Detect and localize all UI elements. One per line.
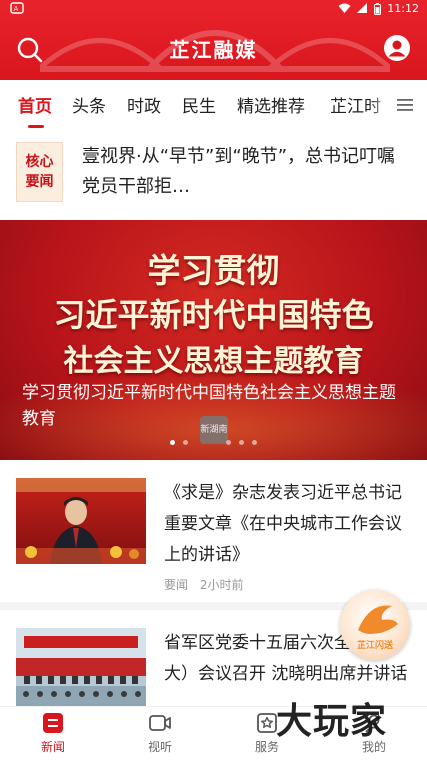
tab-politics[interactable]: 时政 [127, 92, 161, 117]
tab-livelihood[interactable]: 民生 [182, 92, 216, 117]
carousel-dot[interactable] [170, 440, 175, 445]
status-time: 11:12 [387, 2, 419, 15]
news-thumbnail [16, 478, 146, 564]
status-bar: A 11:12 [0, 0, 427, 18]
tabs-fade [369, 80, 393, 130]
tab-home[interactable]: 首页 [18, 92, 52, 117]
badge-line-1: 核心 [25, 154, 54, 170]
battery-icon [374, 2, 382, 15]
news-item[interactable]: 《求是》杂志发表习近平总书记重要文章《在中央城市工作会议上的讲话》 要闻 2小时… [0, 460, 427, 606]
news-title[interactable]: 《求是》杂志发表习近平总书记重要文章《在中央城市工作会议上的讲话》 [164, 478, 412, 571]
app-title: 芷江融媒 [169, 38, 258, 62]
nav-news[interactable]: 新闻 [23, 711, 83, 755]
banner-line-1: 学习贯彻 [147, 251, 280, 290]
top-headline[interactable]: 核心 要闻 壹视界·从“早节”到“晚节”，总书记叮嘱党员干部拒… [0, 130, 427, 220]
nav-video[interactable]: 视听 [130, 711, 190, 755]
tab-featured[interactable]: 精选推荐 [237, 92, 305, 117]
banner-line-3: 社会主义思想主题教育 [63, 344, 364, 379]
category-tabs: 首页 头条 时政 民生 精选推荐 芷江时 [0, 80, 427, 130]
carousel-dot[interactable] [226, 440, 231, 445]
core-news-badge: 核心 要闻 [16, 142, 63, 202]
notification-icon: A [10, 2, 24, 17]
user-icon [384, 35, 410, 61]
news-meta: 要闻 2小时前 [164, 576, 243, 593]
news-icon [43, 713, 63, 733]
user-profile-button[interactable] [383, 34, 411, 62]
wifi-icon [338, 3, 351, 13]
menu-icon[interactable] [397, 98, 413, 112]
nav-video-label: 视听 [147, 740, 172, 754]
nav-news-label: 新闻 [40, 740, 65, 754]
tab-headlines[interactable]: 头条 [72, 92, 106, 117]
carousel-dot[interactable] [239, 440, 244, 445]
news-time: 2小时前 [199, 578, 244, 592]
news-thumbnail [16, 628, 146, 706]
hero-banner[interactable]: 学习贯彻 习近平新时代中国特色 社会主义思想主题教育 学习贯彻习近平新时代中国特… [0, 220, 427, 460]
floating-flash-button[interactable]: 芷江闪送 [340, 590, 410, 660]
active-tab-indicator [28, 125, 44, 128]
video-icon [149, 715, 171, 731]
carousel-dots [0, 440, 427, 445]
signal-icon [357, 3, 368, 13]
floating-widget-label: 芷江闪送 [356, 641, 393, 651]
badge-line-2: 要闻 [25, 174, 54, 190]
carousel-dot[interactable] [183, 440, 188, 445]
headline-text[interactable]: 壹视界·从“早节”到“晚节”，总书记叮嘱党员干部拒… [82, 142, 402, 202]
news-source: 要闻 [164, 578, 189, 592]
app-header: A 11:12 芷江融媒 [0, 0, 427, 80]
carousel-dot[interactable] [252, 440, 257, 445]
watermark: 大玩家 [276, 700, 388, 742]
svg-text:A: A [14, 5, 19, 13]
banner-line-2: 习近平新时代中国特色 [53, 296, 374, 334]
